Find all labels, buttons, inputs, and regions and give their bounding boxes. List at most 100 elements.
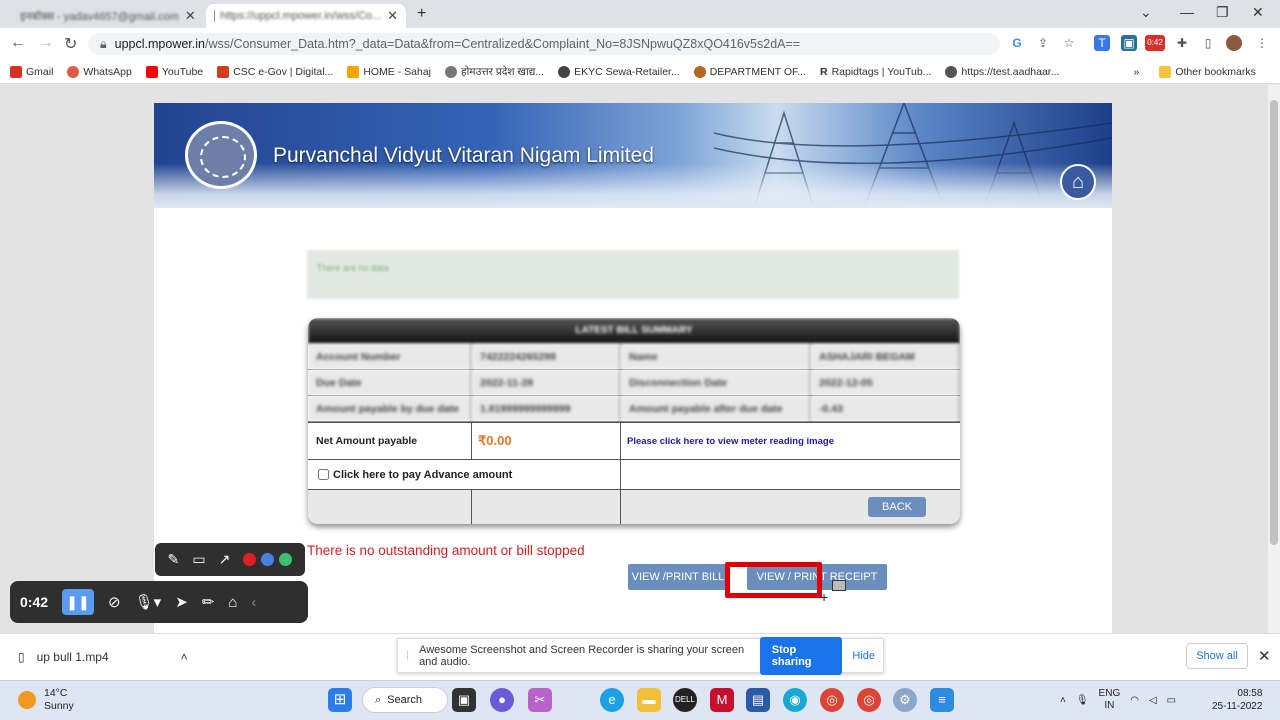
bookmark-aadhaar[interactable]: https://test.aadhaar... <box>945 65 1059 78</box>
color-red[interactable] <box>243 553 257 566</box>
rectangle-tool-icon[interactable]: ▭ <box>192 551 205 568</box>
language-indicator[interactable]: ENG IN <box>1099 688 1121 712</box>
drawing-toolbar: ✎ ▭ ↗ <box>155 543 305 576</box>
reload-icon[interactable]: ↻ <box>64 34 77 54</box>
google-icon[interactable]: G <box>1009 35 1025 51</box>
new-tab-button[interactable]: + <box>417 5 426 23</box>
extensions-puzzle-icon[interactable]: ✚ <box>1174 35 1190 51</box>
cell-label: Due Date <box>308 370 472 395</box>
advance-amount-checkbox[interactable] <box>318 469 329 480</box>
bookmark-whatsapp[interactable]: WhatsApp <box>67 65 132 78</box>
teams-chat-icon[interactable]: ● <box>490 688 514 712</box>
store-icon[interactable]: ▤ <box>746 688 770 712</box>
color-blue[interactable] <box>261 553 275 566</box>
maximize-button[interactable]: ❐ <box>1216 4 1229 21</box>
bookmark-ekyc[interactable]: EKYC Sewa-Retailer... <box>558 65 680 78</box>
clock[interactable]: 08:58 25-11-2022 <box>1212 687 1262 713</box>
dell-icon[interactable]: DELL <box>673 688 697 712</box>
table-row: Due Date 2022-11-28 Disconnection Date 2… <box>308 370 960 396</box>
tab-gmail[interactable]: इनबॉक्स - yadav4657@gmail.com ✕ <box>6 4 202 28</box>
close-window-button[interactable]: ✕ <box>1252 4 1264 21</box>
bookmark-label: DEPARTMENT OF... <box>709 65 806 78</box>
collapse-chevron-icon[interactable]: ‹ <box>251 594 256 611</box>
color-green[interactable] <box>279 553 293 566</box>
drag-handle-icon[interactable]: ⁞ <box>406 650 409 662</box>
bookmark-youtube[interactable]: YouTube <box>145 65 203 78</box>
tab-label: इनबॉक्स - yadav4657@gmail.com <box>20 10 179 23</box>
close-icon[interactable]: ✕ <box>1258 647 1271 665</box>
tab-uppcl[interactable]: https://uppcl.mpower.in/wss/Co... ✕ <box>206 4 406 28</box>
settings-gear-icon[interactable]: ⚙ <box>893 688 917 712</box>
chevron-up-icon[interactable]: ˄ <box>1060 695 1066 706</box>
file-explorer-icon[interactable]: ▬ <box>637 688 661 712</box>
extension-icon[interactable]: ▣ <box>1121 35 1137 51</box>
chrome-icon[interactable]: ◎ <box>820 688 844 712</box>
camera-off-icon[interactable]: ⊘ <box>108 593 121 611</box>
clear-brush-icon[interactable]: ⌂ <box>228 594 237 611</box>
close-tab-icon[interactable]: ✕ <box>387 8 398 24</box>
meter-reading-link[interactable]: Please click here to view meter reading … <box>627 436 834 447</box>
other-bookmarks[interactable]: Other bookmarks <box>1159 65 1256 78</box>
eraser-pen-icon[interactable]: ✎ <box>168 551 180 568</box>
chrome-profile-icon[interactable]: ◎ <box>857 688 881 712</box>
bookmarks-overflow[interactable]: » <box>1133 66 1139 78</box>
cell-value: ASHAJARI BEGAM <box>811 344 960 369</box>
menu-kebab-icon[interactable]: ⋮ <box>1254 35 1270 51</box>
bookmark-rapidtags[interactable]: R Rapidtags | YouTub... <box>820 66 931 78</box>
bookmark-up-food[interactable]: होमउत्तर प्रदेश खाद्य... <box>445 65 544 79</box>
minimize-button[interactable]: — <box>1180 4 1194 20</box>
net-amount-value: ₹0.00 <box>478 433 512 448</box>
show-all-button[interactable]: Show all <box>1186 643 1248 669</box>
cell-value: 2022-12-05 <box>811 370 960 395</box>
close-tab-icon[interactable]: ✕ <box>185 8 196 24</box>
cell-label: Disconnection Date <box>621 370 811 395</box>
recorder-extension-icon[interactable]: 0:42 <box>1145 35 1165 51</box>
bookmark-gmail[interactable]: Gmail <box>10 65 53 78</box>
address-bar[interactable]: 🔒︎ uppcl.mpower.in/wss/Consumer_Data.htm… <box>88 33 1000 55</box>
weather-widget[interactable]: 14°C Sunny <box>18 687 74 713</box>
snipping-tool-icon[interactable]: ✂ <box>528 688 552 712</box>
region-code: IN <box>1104 700 1115 711</box>
microphone-icon[interactable]: 🎙︎▾ <box>135 593 162 611</box>
rapidtags-icon: R <box>819 65 828 78</box>
side-panel-icon[interactable]: ▯ <box>1200 35 1216 51</box>
taskbar-search[interactable]: ⌕ Search <box>362 687 448 713</box>
notepad-icon[interactable]: ≡ <box>930 688 954 712</box>
translate-extension-icon[interactable]: T <box>1094 35 1110 51</box>
mcafee-icon[interactable]: M <box>710 688 734 712</box>
cell-label: Name <box>621 344 811 369</box>
arrow-tool-icon[interactable]: ↗ <box>219 551 231 568</box>
bookmark-star-icon[interactable]: ☆ <box>1061 35 1077 51</box>
stop-sharing-button[interactable]: Stop sharing <box>759 636 843 675</box>
speaker-icon[interactable]: ◁ <box>1149 695 1157 706</box>
cell-value: 1.81999999999999 <box>472 396 621 421</box>
bookmark-csc[interactable]: CSC e-Gov | Digital... <box>217 65 333 78</box>
download-item[interactable]: ▯ up bull 1.mp4 ˄ <box>18 650 188 664</box>
bookmark-label: WhatsApp <box>83 65 132 78</box>
back-arrow-icon[interactable]: ← <box>10 34 26 52</box>
table-row: Amount payable by due date 1.81999999999… <box>308 396 960 422</box>
tab-search-icon[interactable]: ⌄ <box>1140 4 1152 21</box>
app-icon[interactable]: ◉ <box>783 688 807 712</box>
home-icon[interactable]: ⌂ <box>1060 164 1096 200</box>
pointer-icon[interactable]: ➤ <box>175 593 188 611</box>
microphone-icon[interactable]: 🎙︎ <box>1076 695 1089 706</box>
windows-start-icon[interactable]: ⊞ <box>328 688 352 712</box>
edge-icon[interactable]: e <box>600 688 624 712</box>
profile-avatar[interactable] <box>1226 35 1242 51</box>
pen-icon[interactable]: ✏ <box>202 593 215 611</box>
bookmark-sahaj[interactable]: HOME - Sahaj <box>347 65 431 78</box>
share-icon[interactable]: ⇪ <box>1035 35 1051 51</box>
wifi-icon[interactable]: ◠ <box>1130 695 1139 706</box>
scrollbar-thumb[interactable] <box>1270 100 1278 545</box>
pause-icon[interactable]: ❚❚ <box>62 589 95 615</box>
hide-button[interactable]: Hide <box>852 650 875 662</box>
weather-condition: Sunny <box>44 700 74 712</box>
view-print-bill-button[interactable]: VIEW /PRINT BILL <box>628 564 728 590</box>
back-button[interactable]: BACK <box>868 497 926 517</box>
chevron-up-icon[interactable]: ˄ <box>181 650 188 664</box>
task-view-icon[interactable]: ▣ <box>452 688 476 712</box>
forward-arrow-icon[interactable]: → <box>38 34 54 52</box>
battery-icon[interactable]: ▭ <box>1167 695 1176 706</box>
bookmark-department[interactable]: DEPARTMENT OF... <box>693 65 806 78</box>
